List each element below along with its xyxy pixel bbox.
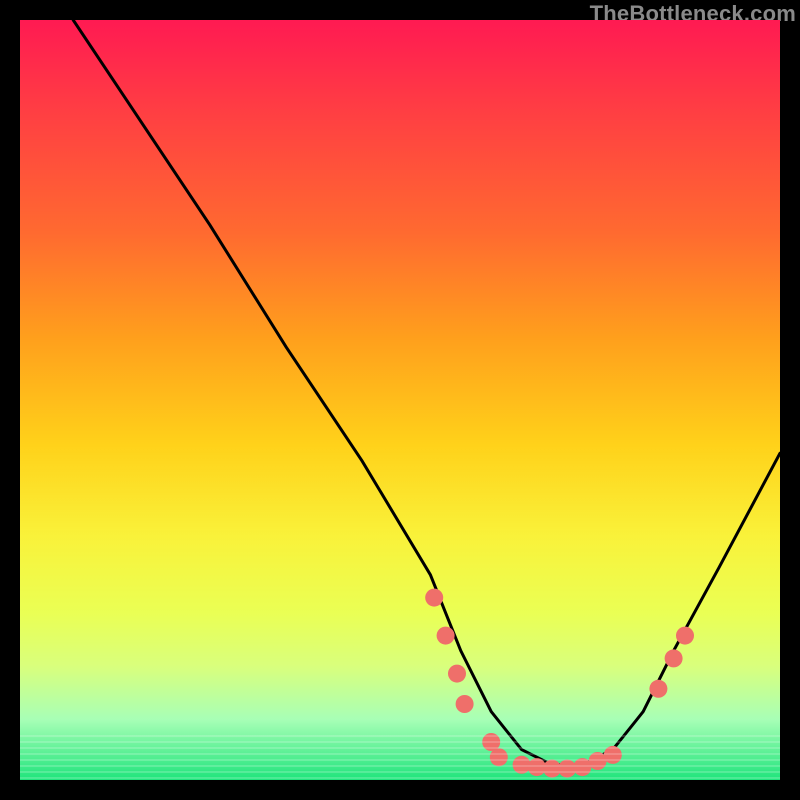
data-marker: [513, 756, 531, 774]
data-marker: [437, 627, 455, 645]
data-marker: [676, 627, 694, 645]
data-marker: [649, 680, 667, 698]
data-marker: [558, 760, 576, 778]
chart-svg: [20, 20, 780, 780]
data-marker: [573, 758, 591, 776]
data-marker: [456, 695, 474, 713]
data-marker: [665, 649, 683, 667]
data-marker: [448, 665, 466, 683]
plot-area: [20, 20, 780, 780]
data-marker: [589, 752, 607, 770]
data-marker: [482, 733, 500, 751]
data-marker: [490, 748, 508, 766]
data-marker: [425, 589, 443, 607]
chart-frame: TheBottleneck.com: [0, 0, 800, 800]
data-marker: [543, 760, 561, 778]
data-marker: [528, 758, 546, 776]
data-marker: [604, 746, 622, 764]
